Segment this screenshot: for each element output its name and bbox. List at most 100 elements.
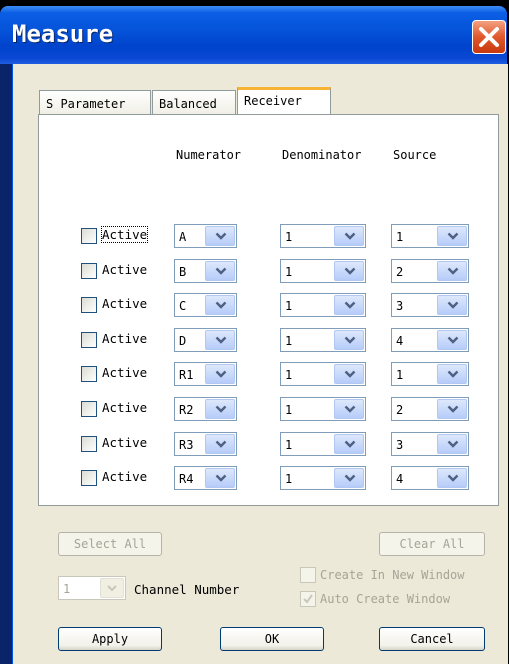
chevron-down-icon <box>205 364 235 384</box>
denominator-value: 1 <box>285 230 293 244</box>
active-checkbox[interactable] <box>81 470 97 486</box>
source-value: 1 <box>396 368 404 382</box>
source-select[interactable]: 1 <box>391 362 469 386</box>
source-select[interactable]: 2 <box>391 259 469 283</box>
source-value: 2 <box>396 265 404 279</box>
chevron-down-icon <box>100 578 124 598</box>
title-bar[interactable]: Measure <box>0 6 507 64</box>
chevron-down-icon <box>437 261 467 281</box>
active-checkbox[interactable] <box>81 436 97 452</box>
numerator-select[interactable]: C <box>174 293 237 317</box>
active-label: Active <box>102 435 148 450</box>
denominator-select[interactable]: 1 <box>280 224 366 248</box>
denominator-value: 1 <box>285 472 293 486</box>
source-header: Source <box>393 148 437 162</box>
numerator-select[interactable]: R4 <box>174 466 237 490</box>
numerator-value: C <box>179 299 187 313</box>
auto-create-window-label: Auto Create Window <box>320 592 451 606</box>
chevron-down-icon <box>334 468 364 488</box>
denominator-value: 1 <box>285 368 293 382</box>
create-new-window-label: Create In New Window <box>320 568 465 582</box>
denominator-select[interactable]: 1 <box>280 259 366 283</box>
button-label: Cancel <box>410 632 454 646</box>
active-label: Active <box>102 469 148 484</box>
active-checkbox[interactable] <box>81 401 97 417</box>
denominator-value: 1 <box>285 299 293 313</box>
source-select[interactable]: 2 <box>391 397 469 421</box>
source-value: 2 <box>396 403 404 417</box>
active-checkbox[interactable] <box>81 263 97 279</box>
denominator-value: 1 <box>285 265 293 279</box>
numerator-header: Numerator <box>176 148 242 162</box>
denominator-select[interactable]: 1 <box>280 293 366 317</box>
cancel-button[interactable]: Cancel <box>379 627 485 651</box>
chevron-down-icon <box>437 330 467 350</box>
tab-receiver[interactable]: Receiver <box>237 87 331 114</box>
chevron-down-icon <box>205 399 235 419</box>
denominator-value: 1 <box>285 403 293 417</box>
chevron-down-icon <box>205 295 235 315</box>
button-label: Clear All <box>399 537 465 551</box>
numerator-value: D <box>179 334 187 348</box>
active-label: Active <box>102 365 148 380</box>
active-checkbox[interactable] <box>81 228 97 244</box>
numerator-select[interactable]: D <box>174 328 237 352</box>
numerator-select[interactable]: B <box>174 259 237 283</box>
active-checkbox[interactable] <box>81 297 97 313</box>
tab-label: Receiver <box>244 94 302 108</box>
denominator-select[interactable]: 1 <box>280 466 366 490</box>
source-select[interactable]: 3 <box>391 432 469 456</box>
create-new-window-checkbox[interactable] <box>300 567 316 583</box>
chevron-down-icon <box>334 226 364 246</box>
denominator-select[interactable]: 1 <box>280 362 366 386</box>
apply-button[interactable]: Apply <box>58 627 162 651</box>
numerator-value: R3 <box>179 438 194 452</box>
numerator-select[interactable]: R2 <box>174 397 237 421</box>
chevron-down-icon <box>437 434 467 454</box>
numerator-value: B <box>179 265 187 279</box>
numerator-value: A <box>179 230 187 244</box>
active-checkbox[interactable] <box>81 366 97 382</box>
auto-create-window-checkbox[interactable] <box>300 591 316 607</box>
active-label: Active <box>102 400 148 415</box>
channel-number-select[interactable]: 1 <box>58 576 126 600</box>
numerator-select[interactable]: A <box>174 224 237 248</box>
numerator-value: R2 <box>179 403 194 417</box>
denominator-select[interactable]: 1 <box>280 432 366 456</box>
numerator-select[interactable]: R3 <box>174 432 237 456</box>
source-value: 4 <box>396 334 404 348</box>
denominator-value: 1 <box>285 438 293 452</box>
chevron-down-icon <box>334 434 364 454</box>
button-label: Apply <box>91 632 129 646</box>
select-all-button[interactable]: Select All <box>58 532 162 556</box>
source-select[interactable]: 4 <box>391 466 469 490</box>
ok-button[interactable]: OK <box>220 627 324 651</box>
chevron-down-icon <box>205 434 235 454</box>
active-checkbox[interactable] <box>81 332 97 348</box>
dialog-body: S Parameter Balanced Receiver Numerator … <box>12 64 508 664</box>
source-value: 3 <box>396 299 404 313</box>
source-value: 3 <box>396 438 404 452</box>
close-button[interactable] <box>472 20 506 54</box>
numerator-select[interactable]: R1 <box>174 362 237 386</box>
source-select[interactable]: 3 <box>391 293 469 317</box>
chevron-down-icon <box>437 399 467 419</box>
denominator-select[interactable]: 1 <box>280 328 366 352</box>
tab-s-parameter[interactable]: S Parameter <box>39 90 151 114</box>
source-select[interactable]: 1 <box>391 224 469 248</box>
numerator-value: R1 <box>179 368 194 382</box>
numerator-value: R4 <box>179 472 194 486</box>
chevron-down-icon <box>334 364 364 384</box>
clear-all-button[interactable]: Clear All <box>379 532 485 556</box>
tab-balanced[interactable]: Balanced <box>152 90 236 114</box>
tab-label: S Parameter <box>46 97 126 111</box>
chevron-down-icon <box>334 399 364 419</box>
source-select[interactable]: 4 <box>391 328 469 352</box>
chevron-down-icon <box>205 330 235 350</box>
active-label: Active <box>102 331 148 346</box>
active-label: Active <box>102 296 148 311</box>
button-label: OK <box>264 632 280 646</box>
denominator-select[interactable]: 1 <box>280 397 366 421</box>
button-label: Select All <box>73 537 147 551</box>
check-icon <box>303 594 313 604</box>
